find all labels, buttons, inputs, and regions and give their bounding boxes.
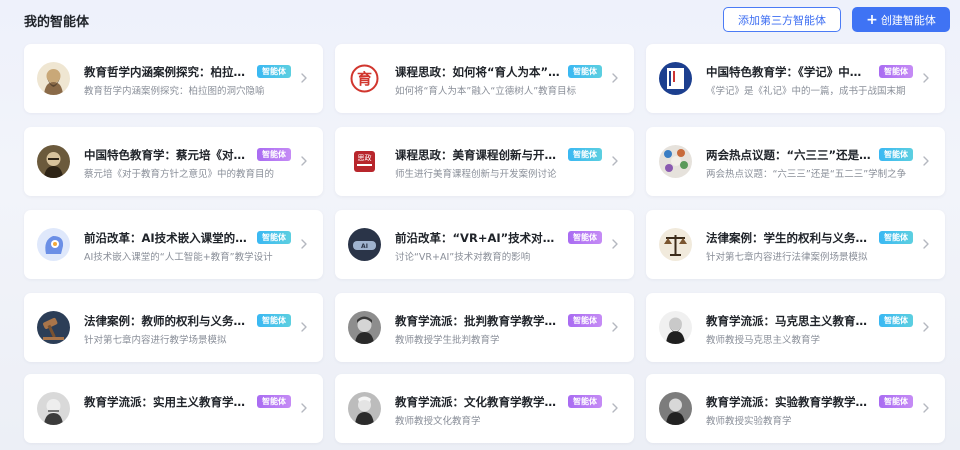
ai-head-icon <box>37 228 70 261</box>
vr-ai-icon: AI <box>348 228 381 261</box>
chevron-right-icon <box>612 239 618 249</box>
agent-card-title: 教育学流派：实用主义教育学教学助手 <box>84 395 249 409</box>
svg-text:思政: 思政 <box>358 153 372 162</box>
plato-portrait-icon <box>37 62 70 95</box>
agent-card-description: 针对第七章内容进行教学场景模拟 <box>84 335 227 346</box>
agent-card-description: 教师教授实验教育学 <box>706 416 792 427</box>
dewey-portrait-icon <box>37 392 70 425</box>
agent-card-description: 教师教授文化教育学 <box>395 416 481 427</box>
agent-card-description: 教育哲学内涵案例探究：柏拉图的洞穴隐喻 <box>84 86 265 97</box>
agent-badge: 智能体 <box>568 395 602 408</box>
agent-card[interactable]: 法律案例：教师的权利与义务案例 智能体针对第七章内容进行教学场景模拟 <box>24 293 323 362</box>
agent-badge: 智能体 <box>568 231 602 244</box>
agent-card-title: 前沿改革：“VR+AI”技术对教育的影响 <box>395 231 560 245</box>
agent-card-description: 师生进行美育课程创新与开发案例讨论 <box>395 169 557 180</box>
agent-card-title: 中国特色教育学：蔡元培《对于教育方针之意见》 <box>84 148 249 162</box>
sizheng-seal-icon: 思政 <box>348 145 381 178</box>
chevron-right-icon <box>923 403 929 413</box>
chevron-right-icon <box>612 156 618 166</box>
agent-card[interactable]: 教育学流派：马克思主义教育学教学助手智能体教师教授马克思主义教育学 <box>646 293 945 362</box>
agent-badge: 智能体 <box>568 65 602 78</box>
agent-card-description: 《学记》是《礼记》中的一篇，成书于战国末期 <box>706 86 906 97</box>
agent-card[interactable]: 教育学流派：文化教育学教学助手 智能体教师教授文化教育学 <box>335 374 634 443</box>
agent-card-description: 讨论“VR+AI”技术对教育的影响 <box>395 252 531 263</box>
conference-table-icon <box>659 145 692 178</box>
chevron-right-icon <box>612 403 618 413</box>
xueji-book-icon <box>659 62 692 95</box>
agent-card-title: 教育哲学内涵案例探究：柏拉图的洞穴隐喻 <box>84 65 249 79</box>
agent-card-title: 教育学流派：批判教育学教学助手 <box>395 314 560 328</box>
chevron-right-icon <box>301 156 307 166</box>
agent-card[interactable]: 前沿改革：AI技术嵌入课堂的“人工智能+教育” 智能体 AI技术嵌入课堂的“人工智能… <box>24 210 323 279</box>
agent-card[interactable]: 法律案例：学生的权利与义务案例 智能体 针对第七章内容进行法律案例场景模拟 <box>646 210 945 279</box>
chevron-right-icon <box>301 403 307 413</box>
scales-icon <box>659 228 692 261</box>
agent-card-description: AI技术嵌入课堂的“人工智能+教育”教学设计 <box>84 252 273 263</box>
gavel-icon <box>37 311 70 344</box>
agent-card[interactable]: 教育学流派：批判教育学教学助手 智能体教师教授学生批判教育学 <box>335 293 634 362</box>
agent-card-title: 教育学流派：马克思主义教育学教学助手 <box>706 314 871 328</box>
culture-scholar-portrait-icon <box>348 392 381 425</box>
agent-card-title: 教育学流派：文化教育学教学助手 <box>395 395 560 409</box>
agent-badge: 智能体 <box>879 148 913 161</box>
agent-card[interactable]: 教育哲学内涵案例探究：柏拉图的洞穴隐喻智能体教育哲学内涵案例探究：柏拉图的洞穴隐… <box>24 44 323 113</box>
agent-card-title: 中国特色教育学：《学记》中的教育思想 <box>706 65 871 79</box>
agent-card[interactable]: AI 前沿改革：“VR+AI”技术对教育的影响智能体讨论“VR+AI”技术对教育的… <box>335 210 634 279</box>
create-agent-button[interactable]: + 创建智能体 <box>852 7 950 32</box>
critical-scholar-portrait-icon <box>348 311 381 344</box>
marxist-scholar-portrait-icon <box>659 311 692 344</box>
chevron-right-icon <box>301 239 307 249</box>
plus-icon: + <box>866 11 878 28</box>
agent-card-title: 法律案例：学生的权利与义务案例 <box>706 231 871 245</box>
agent-card[interactable]: 两会热点议题：“六三三”还是“五二三” 智能体两会热点议题：“六三三”还是“五二三… <box>646 127 945 196</box>
agent-badge: 智能体 <box>879 231 913 244</box>
agent-badge: 智能体 <box>568 148 602 161</box>
chevron-right-icon <box>923 156 929 166</box>
page-header: 我的智能体 添加第三方智能体 + 创建智能体 <box>0 0 960 38</box>
agent-card-description: 针对第七章内容进行法律案例场景模拟 <box>706 252 868 263</box>
agent-card[interactable]: 中国特色教育学：《学记》中的教育思想智能体《学记》是《礼记》中的一篇，成书于战国… <box>646 44 945 113</box>
agent-card[interactable]: 思政 课程思政：美育课程创新与开发案例讨论智能体师生进行美育课程创新与开发案例讨论 <box>335 127 634 196</box>
agent-card-title: 前沿改革：AI技术嵌入课堂的“人工智能+教育” <box>84 231 249 245</box>
agent-card-description: 两会热点议题：“六三三”还是“五二三”学制之争 <box>706 169 907 180</box>
agent-card-title: 课程思政：美育课程创新与开发案例讨论 <box>395 148 560 162</box>
page-title: 我的智能体 <box>24 15 90 30</box>
chevron-right-icon <box>923 239 929 249</box>
agent-card-title: 教育学流派：实验教育学教学助手 <box>706 395 871 409</box>
agent-badge: 智能体 <box>257 65 291 78</box>
chevron-right-icon <box>301 322 307 332</box>
agent-card-title: 法律案例：教师的权利与义务案例 <box>84 314 249 328</box>
agent-badge: 智能体 <box>257 395 291 408</box>
agent-card-title: 课程思政：如何将“育人为本”融入“立德树人” <box>395 65 560 79</box>
chevron-right-icon <box>923 73 929 83</box>
create-agent-label: 创建智能体 <box>880 13 936 27</box>
yu-ren-seal-icon: 育 <box>348 62 381 95</box>
chevron-right-icon <box>612 322 618 332</box>
cai-yuanpei-portrait-icon <box>37 145 70 178</box>
agent-card[interactable]: 中国特色教育学：蔡元培《对于教育方针之意见》智能体蔡元培《对于教育方针之意见》中… <box>24 127 323 196</box>
agent-card-description: 教师教授学生批判教育学 <box>395 335 500 346</box>
agent-badge: 智能体 <box>879 314 913 327</box>
agent-badge: 智能体 <box>568 314 602 327</box>
agent-badge: 智能体 <box>257 231 291 244</box>
svg-text:育: 育 <box>357 70 372 88</box>
chevron-right-icon <box>612 73 618 83</box>
agent-card-description: 教师教授马克思主义教育学 <box>706 335 821 346</box>
chevron-right-icon <box>301 73 307 83</box>
agent-badge: 智能体 <box>879 395 913 408</box>
agent-card-description: 如何将“育人为本”融入“立德树人”教育目标 <box>395 86 577 97</box>
agent-badge: 智能体 <box>257 148 291 161</box>
agent-card[interactable]: 教育学流派：实用主义教育学教学助手智能体 <box>24 374 323 443</box>
agent-card[interactable]: 育 课程思政：如何将“育人为本”融入“立德树人” 智能体如何将“育人为本”融入“立德… <box>335 44 634 113</box>
agent-card-description: 蔡元培《对于教育方针之意见》中的教育目的 <box>84 169 275 180</box>
add-third-party-agent-button[interactable]: 添加第三方智能体 <box>723 7 841 32</box>
agent-badge: 智能体 <box>257 314 291 327</box>
chevron-right-icon <box>923 322 929 332</box>
agent-card[interactable]: 教育学流派：实验教育学教学助手 智能体教师教授实验教育学 <box>646 374 945 443</box>
experimental-scholar-portrait-icon <box>659 392 692 425</box>
agent-badge: 智能体 <box>879 65 913 78</box>
agent-card-title: 两会热点议题：“六三三”还是“五二三” <box>706 148 871 162</box>
svg-text:AI: AI <box>361 243 368 250</box>
